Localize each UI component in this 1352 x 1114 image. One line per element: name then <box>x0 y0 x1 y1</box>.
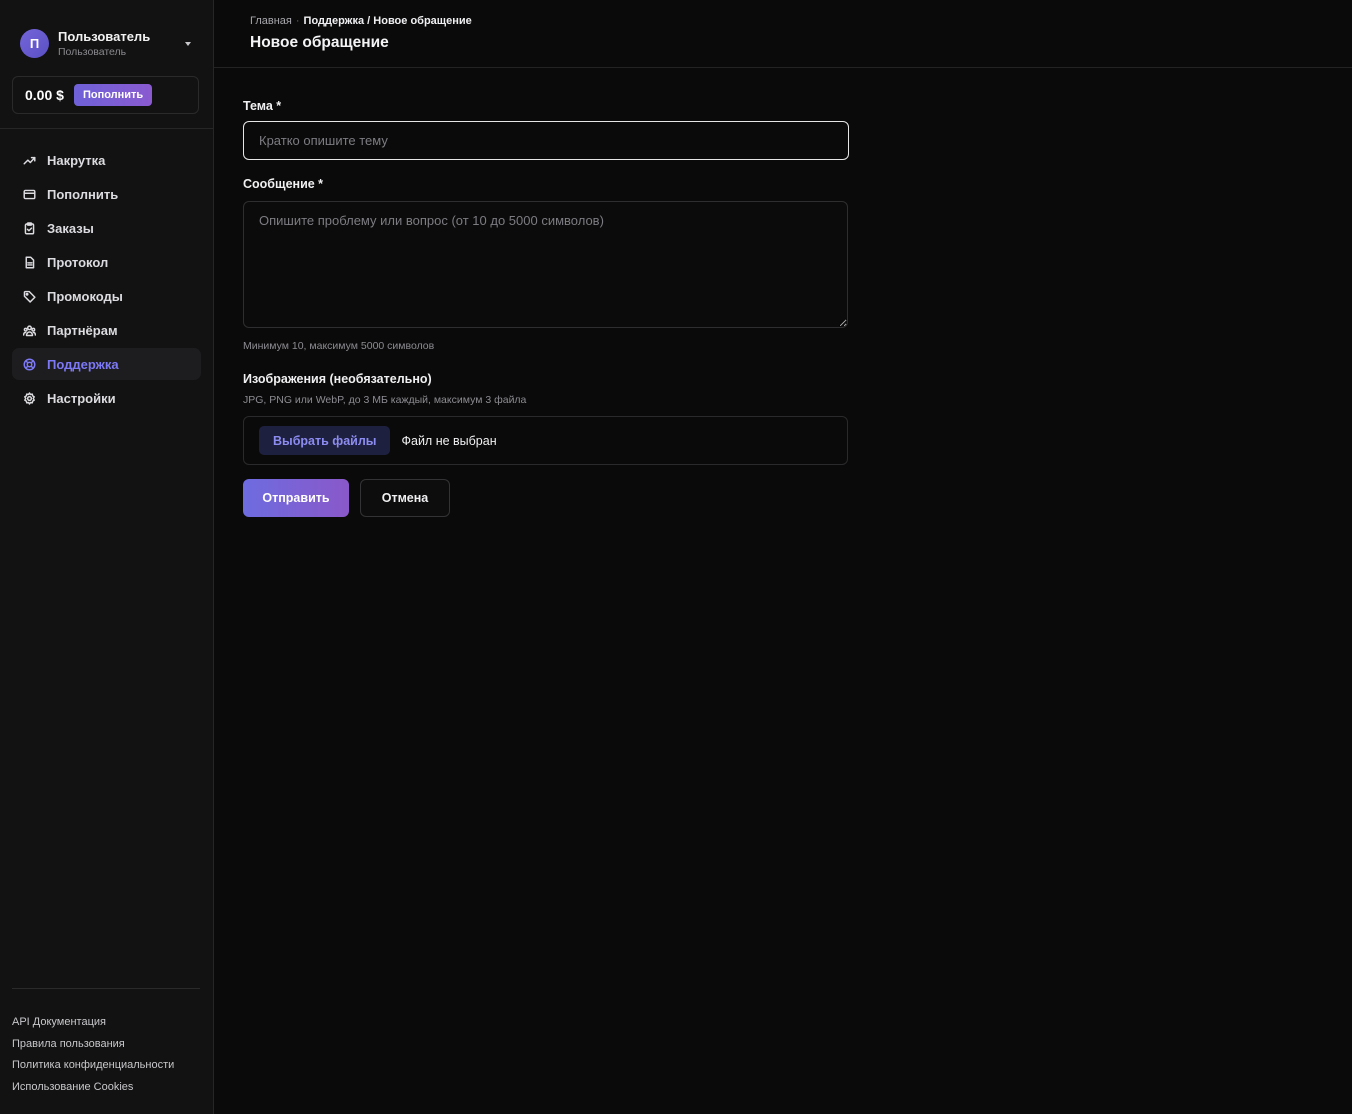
main-content: Главная · Поддержка / Новое обращение Ново… <box>214 0 1352 1114</box>
cancel-button[interactable]: Отмена <box>360 479 450 517</box>
clipboard-icon <box>23 221 36 235</box>
trend-up-icon <box>23 154 36 167</box>
form-actions: Отправить Отмена <box>243 479 849 517</box>
sidebar-item-promocodes[interactable]: Промокоды <box>12 280 201 312</box>
user-info: Пользователь Пользователь <box>58 29 185 59</box>
sidebar-item-label: Партнёрам <box>47 322 118 338</box>
footer-link-cookies[interactable]: Использование Cookies <box>12 1077 174 1099</box>
footer-divider <box>12 988 200 989</box>
images-hint: JPG, PNG или WebP, до 3 МБ каждый, макси… <box>243 394 527 406</box>
credit-card-icon <box>23 188 36 201</box>
sidebar-nav: Накрутка Пополнить Заказы Протокол Промо… <box>0 129 213 414</box>
images-label: Изображения (необязательно) <box>243 372 432 386</box>
balance-amount: 0.00 $ <box>25 87 64 103</box>
avatar: П <box>20 29 49 58</box>
choose-files-button[interactable]: Выбрать файлы <box>259 426 391 455</box>
new-ticket-form: Тема * Сообщение * Минимум 10, максимум … <box>243 98 849 517</box>
subject-label: Тема * <box>243 99 282 113</box>
message-hint: Минимум 10, максимум 5000 символов <box>243 340 435 352</box>
subject-input[interactable] <box>243 121 849 160</box>
sidebar-item-label: Протокол <box>47 254 109 270</box>
sidebar-item-label: Настройки <box>47 390 116 406</box>
sidebar-item-partners[interactable]: Партнёрам <box>12 314 201 346</box>
sidebar-item-settings[interactable]: Настройки <box>12 382 201 414</box>
lifebuoy-icon <box>23 357 36 371</box>
tag-icon <box>23 290 36 303</box>
sidebar-item-orders[interactable]: Заказы <box>12 212 201 244</box>
sidebar-item-label: Накрутка <box>47 152 106 168</box>
sidebar-item-boost[interactable]: Накрутка <box>12 144 201 176</box>
sidebar-item-topup[interactable]: Пополнить <box>12 178 201 210</box>
footer-links: API Документация Правила пользования Пол… <box>12 1012 174 1098</box>
page-title: Новое обращение <box>250 34 389 51</box>
sidebar-item-label: Поддержка <box>47 356 119 372</box>
sidebar-item-label: Промокоды <box>47 288 123 304</box>
footer-link-privacy[interactable]: Политика конфиденциальности <box>12 1055 174 1077</box>
page-header: Главная · Поддержка / Новое обращение Ново… <box>214 0 1352 68</box>
breadcrumb-home-link[interactable]: Главная <box>250 15 292 27</box>
user-menu[interactable]: П Пользователь Пользователь <box>0 0 213 62</box>
breadcrumb-separator: · <box>295 15 300 27</box>
document-icon <box>23 255 36 269</box>
sidebar-item-label: Пополнить <box>47 186 119 202</box>
app: П Пользователь Пользователь 0.00 $ Попол… <box>0 0 1352 1114</box>
message-label: Сообщение * <box>243 177 324 191</box>
sidebar-item-label: Заказы <box>47 220 94 236</box>
topup-button[interactable]: Пополнить <box>73 84 153 106</box>
user-role: Пользователь <box>58 45 127 58</box>
breadcrumb: Главная · Поддержка / Новое обращение <box>250 14 1352 28</box>
breadcrumb-current: Поддержка / Новое обращение <box>303 15 472 27</box>
balance-box: 0.00 $ Пополнить <box>12 76 199 114</box>
sidebar-item-log[interactable]: Протокол <box>12 246 201 278</box>
footer-link-terms[interactable]: Правила пользования <box>12 1034 174 1056</box>
gear-icon <box>23 391 36 405</box>
submit-button[interactable]: Отправить <box>243 479 349 517</box>
sidebar: П Пользователь Пользователь 0.00 $ Попол… <box>0 0 214 1114</box>
message-textarea[interactable] <box>243 201 848 328</box>
sidebar-item-support[interactable]: Поддержка <box>12 348 201 380</box>
caret-down-icon[interactable] <box>185 41 191 46</box>
user-name: Пользователь <box>58 28 151 44</box>
file-status: Файл не выбран <box>401 433 497 448</box>
file-input[interactable]: Выбрать файлы Файл не выбран <box>243 416 848 465</box>
users-icon <box>23 324 36 337</box>
footer-link-api-docs[interactable]: API Документация <box>12 1012 174 1034</box>
